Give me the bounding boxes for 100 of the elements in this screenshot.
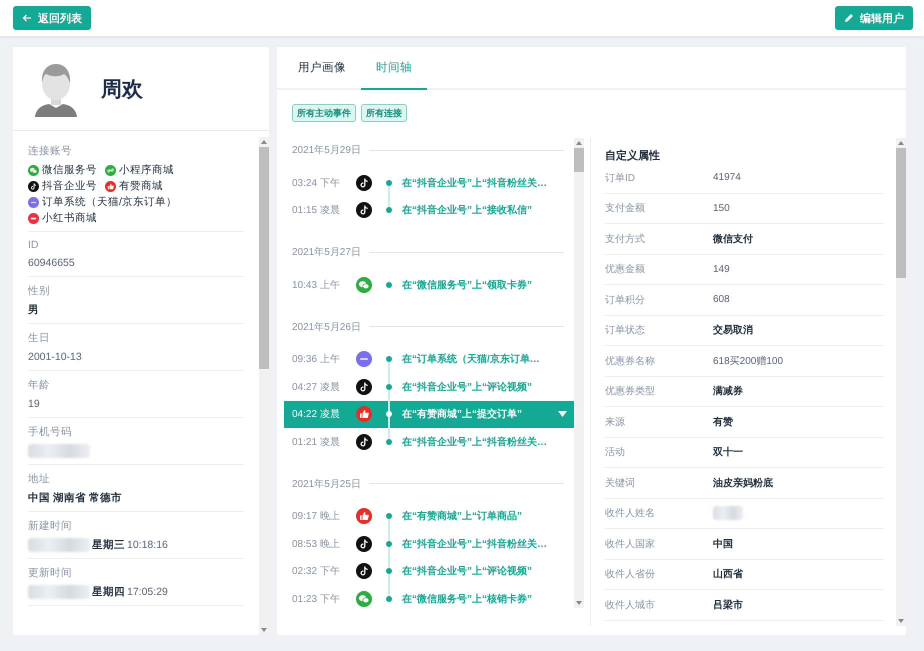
- arrow-left-icon: [22, 13, 32, 23]
- event-time: 09:36 上午: [292, 352, 341, 366]
- back-button[interactable]: 返回列表: [13, 6, 91, 30]
- scroll-up-icon[interactable]: [576, 141, 582, 145]
- attribute-label: 优惠金额: [605, 262, 646, 276]
- user-name: 周欢: [101, 76, 143, 102]
- timeline-event[interactable]: 04:22 凌晨 在“有赞商城”上“提交订单”: [284, 400, 574, 428]
- event-text: 在“抖音企业号”上“抖音粉丝关…: [402, 435, 548, 449]
- music-note-icon: [356, 536, 372, 552]
- account-name: 小红书商城: [42, 211, 97, 225]
- scroll-up-icon[interactable]: [898, 141, 904, 145]
- timeline-event[interactable]: 03:24 下午 在“抖音企业号”上“抖音粉丝关…: [284, 169, 574, 196]
- date-heading: 2021年5月25日: [292, 478, 361, 490]
- attribute-value: 149: [713, 264, 730, 275]
- attribute-value: 中国: [713, 538, 733, 551]
- field-value: 男: [28, 303, 39, 317]
- field-label: 连接账号: [28, 144, 73, 158]
- scrollbar-thumb[interactable]: [574, 148, 584, 172]
- redacted-block: [713, 506, 743, 520]
- pencil-icon: [844, 13, 854, 23]
- attribute-label: 优惠券名称: [605, 354, 656, 368]
- tab[interactable]: 用户画像: [283, 47, 361, 90]
- edit-button[interactable]: 编辑用户: [835, 6, 913, 30]
- scroll-down-icon[interactable]: [898, 619, 904, 623]
- event-text: 在“抖音企业号”上“抖音粉丝关…: [402, 176, 548, 190]
- timeline-event[interactable]: 09:36 上午 在“订单系统（天猫/京东订单…: [284, 346, 574, 373]
- event-time: 03:24 下午: [292, 176, 341, 190]
- attribute-label: 支付金额: [605, 202, 646, 216]
- field-value: 60946655: [28, 257, 75, 269]
- timeline-event[interactable]: 09:17 晚上 在“有赞商城”上“订单商品”: [284, 502, 574, 530]
- event-time: 04:22 凌晨: [292, 408, 341, 422]
- field-label: 手机号码: [28, 425, 73, 439]
- event-time: 01:23 下午: [292, 592, 341, 606]
- field-value: 10:18:16: [127, 539, 168, 551]
- tab[interactable]: 时间轴: [361, 47, 427, 90]
- attribute-value: 微信支付: [713, 232, 753, 246]
- attribute-label: 订单积分: [605, 294, 646, 307]
- scrollbar-thumb[interactable]: [259, 147, 269, 369]
- field-label: 地址: [28, 472, 51, 486]
- scroll-down-icon[interactable]: [576, 601, 582, 605]
- attribute-label: 收件人国家: [605, 538, 656, 551]
- timeline-event[interactable]: 01:15 凌晨 在“抖音企业号”上“接收私信”: [284, 196, 574, 224]
- field-value: 19: [28, 398, 40, 410]
- event-text: 在“微信服务号”上“核销卡券”: [402, 592, 533, 606]
- event-text: 在“微信服务号”上“领取卡券”: [402, 278, 533, 292]
- event-time: 02:32 下午: [292, 565, 341, 578]
- field-label: 更新时间: [28, 566, 73, 580]
- account-name: 小程序商城: [119, 163, 174, 177]
- attribute-value: 双十一: [713, 446, 743, 460]
- date-heading: 2021年5月29日: [292, 144, 361, 157]
- attribute-value: 交易取消: [713, 323, 753, 338]
- field-weekday: 星期三: [92, 538, 125, 552]
- field-label: ID: [28, 239, 40, 251]
- scroll-down-icon[interactable]: [261, 628, 267, 632]
- date-heading: 2021年5月27日: [292, 246, 361, 259]
- scrollbar-thumb[interactable]: [896, 148, 906, 278]
- scrollbar[interactable]: [896, 138, 906, 626]
- redacted-block: [28, 585, 90, 599]
- attribute-value: 618买200赠100: [713, 354, 784, 368]
- attribute-value: 满减券: [713, 384, 743, 398]
- field-label: 新建时间: [28, 519, 73, 533]
- thumbs-up-icon: [356, 508, 372, 524]
- scrollbar[interactable]: [574, 138, 584, 608]
- filter-tag[interactable]: 所有连接: [361, 104, 407, 122]
- timeline-event[interactable]: 10:43 上午 在“微信服务号”上“领取卡券”: [284, 271, 574, 298]
- field-label: 生日: [28, 331, 51, 345]
- timeline-event[interactable]: 01:23 下午 在“微信服务号”上“核销卡券”: [284, 585, 574, 608]
- chat-bubbles-icon: [356, 276, 372, 293]
- music-note-icon: [356, 202, 372, 218]
- event-time: 01:21 凌晨: [292, 436, 341, 449]
- field-value: 中国 湖南省 常德市: [28, 491, 122, 505]
- attribute-label: 活动: [605, 446, 626, 460]
- timeline-event[interactable]: 08:53 晚上 在“抖音企业号”上“抖音粉丝关…: [284, 530, 574, 558]
- timeline-event[interactable]: 02:32 下午 在“抖音企业号”上“评论视频”: [284, 558, 574, 585]
- attribute-label: 收件人城市: [605, 598, 656, 612]
- attribute-value: 有赞: [713, 416, 733, 429]
- event-time: 08:53 晚上: [292, 538, 341, 551]
- caret-icon: [558, 411, 567, 418]
- timeline-event[interactable]: 04:27 凌晨 在“抖音企业号”上“评论视频”: [284, 373, 574, 400]
- music-note-icon: [356, 378, 372, 395]
- section-title: 自定义属性: [605, 148, 661, 163]
- account-name: 订单系统（天猫/京东订单）: [42, 195, 177, 209]
- field-value: 17:05:29: [127, 586, 168, 598]
- attribute-value: 608: [713, 294, 730, 306]
- event-text: 在“抖音企业号”上“评论视频”: [402, 564, 533, 578]
- field-label: 年龄: [28, 378, 51, 392]
- scroll-up-icon[interactable]: [261, 140, 267, 144]
- attribute-label: 订单ID: [605, 172, 636, 185]
- event-text: 在“抖音企业号”上“接收私信”: [402, 203, 533, 218]
- event-text: 在“有赞商城”上“提交订单”: [402, 407, 523, 422]
- timeline-event[interactable]: 01:21 凌晨 在“抖音企业号”上“抖音粉丝关…: [284, 428, 574, 456]
- event-text: 在“有赞商城”上“订单商品”: [402, 509, 523, 524]
- filter-tag[interactable]: 所有主动事件: [292, 104, 356, 122]
- chat-bubbles-icon: [356, 590, 372, 607]
- event-time: 01:15 凌晨: [292, 204, 341, 218]
- redacted-block: [28, 538, 90, 552]
- music-note-icon: [28, 180, 39, 192]
- attribute-value: 41974: [713, 172, 741, 184]
- thumbs-up-icon: [356, 406, 372, 422]
- account-name: 有赞商城: [119, 179, 163, 193]
